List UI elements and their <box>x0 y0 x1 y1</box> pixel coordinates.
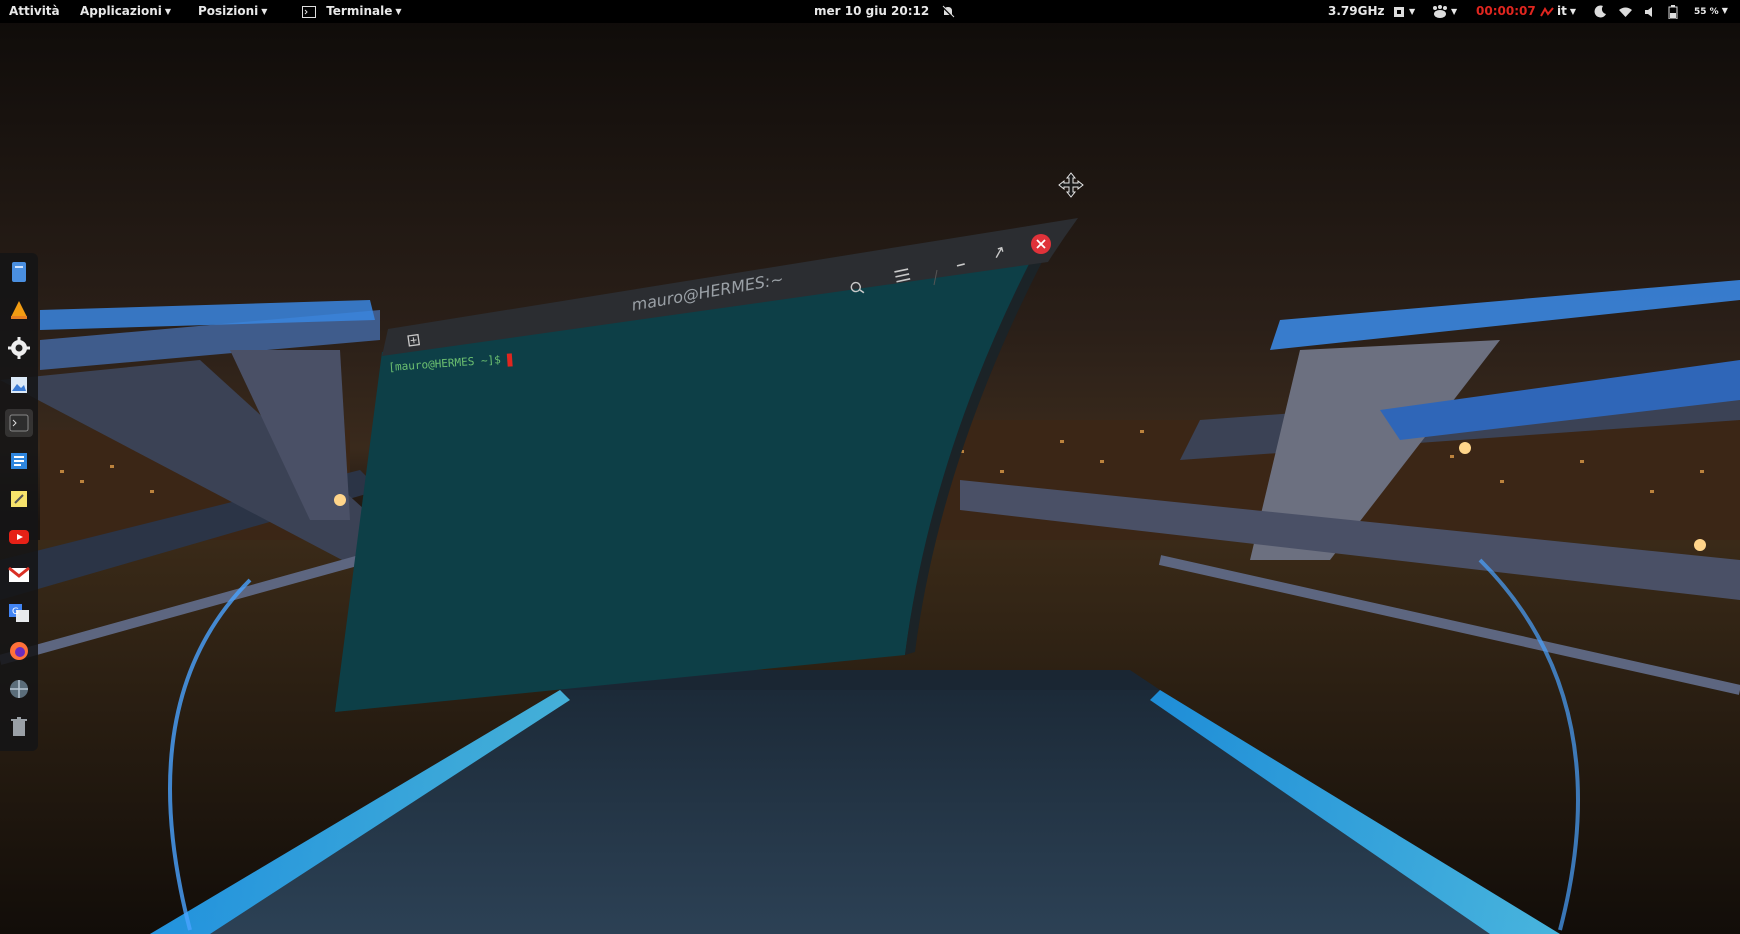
move-cursor-icon <box>1058 172 1084 198</box>
close-icon[interactable] <box>1031 234 1051 254</box>
terminal-window[interactable] <box>0 0 1740 934</box>
text-cursor <box>506 352 513 367</box>
